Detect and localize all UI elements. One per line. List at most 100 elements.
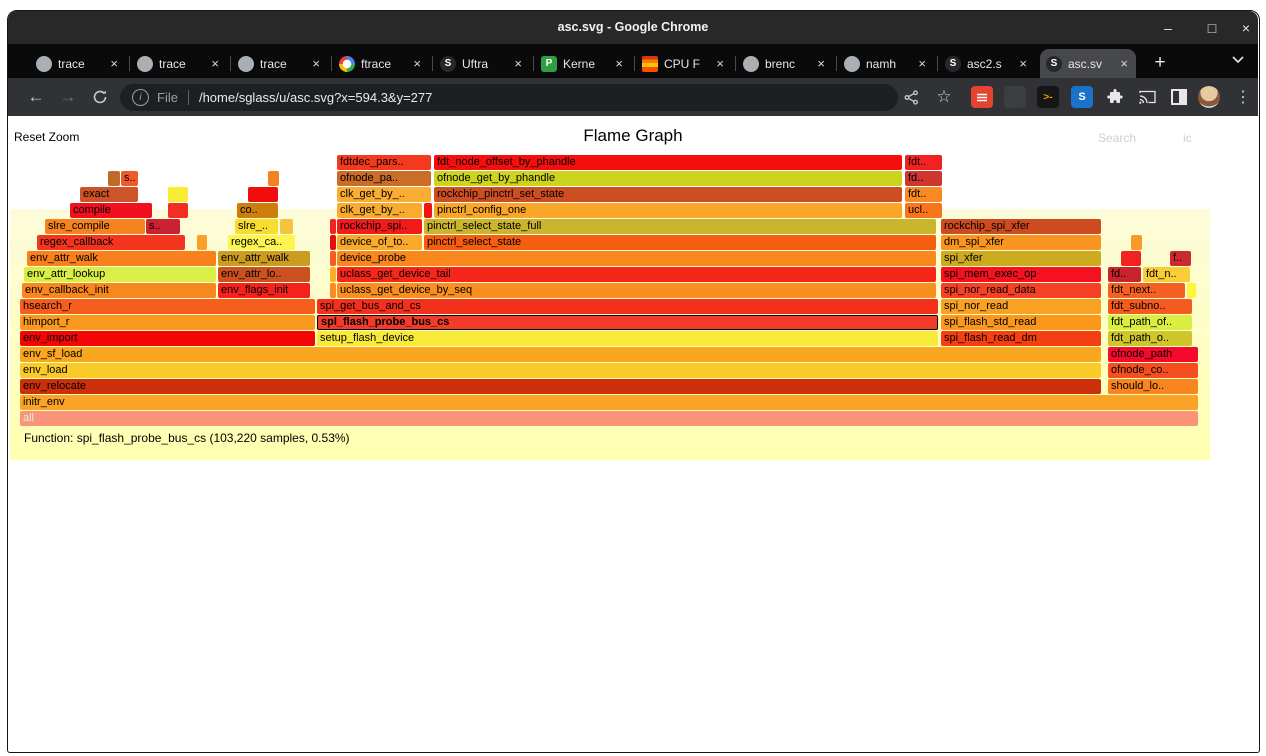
profile-avatar[interactable]: [1198, 86, 1220, 108]
search-button[interactable]: Search: [1098, 131, 1136, 145]
flame-block-fdt-path-o--[interactable]: fdt_path_o..: [1108, 331, 1192, 346]
tab-close-icon[interactable]: ×: [108, 56, 120, 71]
flame-block[interactable]: [1131, 235, 1142, 250]
flame-block-fdt-path-of--[interactable]: fdt_path_of..: [1108, 315, 1192, 330]
tab-close-icon[interactable]: ×: [310, 56, 322, 71]
bookmark-star-icon[interactable]: ☆: [933, 86, 955, 108]
tab-trace[interactable]: trace×: [131, 49, 227, 78]
flame-block-regex-callback[interactable]: regex_callback: [37, 235, 185, 250]
flame-block-ucl--[interactable]: ucl..: [905, 203, 942, 218]
flame-block[interactable]: [197, 235, 207, 250]
flame-block-himport-r[interactable]: himport_r: [20, 315, 315, 330]
flame-block[interactable]: [424, 203, 432, 218]
forward-icon[interactable]: →: [56, 85, 80, 109]
flame-block-fd--[interactable]: fd..: [1108, 267, 1141, 282]
tab-ftrace[interactable]: ftrace×: [333, 49, 429, 78]
flame-block-ofnode-path[interactable]: ofnode_path: [1108, 347, 1198, 362]
address-bar[interactable]: i File /home/sglass/u/asc.svg?x=594.3&y=…: [120, 84, 898, 111]
extension-terminal-icon[interactable]: >-: [1037, 86, 1059, 108]
flame-block-ofnode-pa--[interactable]: ofnode_pa..: [337, 171, 431, 186]
flame-block-clk-get-by---[interactable]: clk_get_by_..: [337, 187, 431, 202]
flame-block[interactable]: [248, 187, 278, 202]
flame-block-spi-xfer[interactable]: spi_xfer: [941, 251, 1101, 266]
tab-namh[interactable]: namh×: [838, 49, 934, 78]
tab-close-icon[interactable]: ×: [916, 56, 928, 71]
flame-block-exact[interactable]: exact: [80, 187, 138, 202]
flame-block-fdt-subno--[interactable]: fdt_subno..: [1108, 299, 1192, 314]
flame-block-env-attr-walk[interactable]: env_attr_walk: [218, 251, 310, 266]
tab-search-chevron-icon[interactable]: [1232, 56, 1244, 64]
ignore-case-button[interactable]: ic: [1183, 131, 1192, 145]
url-text[interactable]: /home/sglass/u/asc.svg?x=594.3&y=277: [199, 90, 432, 105]
tab-cpu-f[interactable]: CPU F×: [636, 49, 732, 78]
flame-block-regex-ca--[interactable]: regex_ca..: [228, 235, 295, 250]
flame-block-env-flags-init[interactable]: env_flags_init: [218, 283, 310, 298]
flame-block-fdt-node-offset-by-phandle[interactable]: fdt_node_offset_by_phandle: [434, 155, 902, 170]
close-button[interactable]: ×: [1233, 16, 1259, 40]
flame-block-s--[interactable]: s..: [146, 219, 180, 234]
reload-icon[interactable]: [88, 85, 112, 109]
tab-close-icon[interactable]: ×: [512, 56, 524, 71]
tab-close-icon[interactable]: ×: [613, 56, 625, 71]
flame-block[interactable]: [1121, 251, 1141, 266]
flame-block-env-attr-walk[interactable]: env_attr_walk: [27, 251, 216, 266]
tab-uftra[interactable]: SUftra×: [434, 49, 530, 78]
page-info-icon[interactable]: i: [132, 89, 149, 106]
flame-block-should-lo--[interactable]: should_lo..: [1108, 379, 1198, 394]
flame-block-env-relocate[interactable]: env_relocate: [20, 379, 1101, 394]
extensions-puzzle-icon[interactable]: [1104, 86, 1126, 108]
flame-block-fdt-next--[interactable]: fdt_next..: [1108, 283, 1185, 298]
flame-block[interactable]: [1187, 283, 1196, 298]
flame-block-spi-nor-read-data[interactable]: spi_nor_read_data: [941, 283, 1101, 298]
flame-block-spi-nor-read[interactable]: spi_nor_read: [941, 299, 1101, 314]
flame-block-device-probe[interactable]: device_probe: [337, 251, 936, 266]
tab-trace[interactable]: trace×: [232, 49, 328, 78]
flame-block-hsearch-r[interactable]: hsearch_r: [20, 299, 315, 314]
share-icon[interactable]: [900, 86, 922, 108]
cast-icon[interactable]: [1136, 86, 1158, 108]
flame-block[interactable]: [330, 267, 336, 282]
flame-block-env-attr-lookup[interactable]: env_attr_lookup: [24, 267, 216, 282]
flame-block-s--[interactable]: s..: [121, 171, 138, 186]
flame-block-co--[interactable]: co..: [237, 203, 278, 218]
back-icon[interactable]: ←: [24, 85, 48, 109]
flame-block-rockchip-spi--[interactable]: rockchip_spi..: [337, 219, 422, 234]
flame-block-uclass-get-device-by-seq[interactable]: uclass_get_device_by_seq: [337, 283, 936, 298]
tab-close-icon[interactable]: ×: [815, 56, 827, 71]
flame-block-pinctrl-select-state[interactable]: pinctrl_select_state: [424, 235, 936, 250]
new-tab-button[interactable]: +: [1148, 51, 1172, 75]
flame-block-ofnode-co--[interactable]: ofnode_co..: [1108, 363, 1198, 378]
flame-block[interactable]: [330, 283, 336, 298]
flame-block-rockchip-pinctrl-set-state[interactable]: rockchip_pinctrl_set_state: [434, 187, 902, 202]
tab-close-icon[interactable]: ×: [1017, 56, 1029, 71]
flame-block-pinctrl-config-one[interactable]: pinctrl_config_one: [434, 203, 902, 218]
tab-kerne[interactable]: PKerne×: [535, 49, 631, 78]
flame-block-fdt-n--[interactable]: fdt_n..: [1143, 267, 1190, 282]
tab-asc2-s[interactable]: Sasc2.s×: [939, 49, 1035, 78]
flame-block[interactable]: [268, 171, 279, 186]
tab-trace[interactable]: trace×: [30, 49, 126, 78]
tab-close-icon[interactable]: ×: [209, 56, 221, 71]
flame-block-ofnode-get-by-phandle[interactable]: ofnode_get_by_phandle: [434, 171, 902, 186]
extension-dark-icon[interactable]: [1004, 86, 1026, 108]
flame-block-slre-compile[interactable]: slre_compile: [45, 219, 145, 234]
flame-block-env-attr-lo--[interactable]: env_attr_lo..: [218, 267, 310, 282]
flame-block-spi-flash-std-read[interactable]: spi_flash_std_read: [941, 315, 1101, 330]
flame-block-device-of-to--[interactable]: device_of_to..: [337, 235, 422, 250]
flame-block-clk-get-by---[interactable]: clk_get_by_..: [337, 203, 422, 218]
flame-block-compile[interactable]: compile: [70, 203, 152, 218]
flame-block-f--[interactable]: f..: [1170, 251, 1191, 266]
flame-block-env-callback-init[interactable]: env_callback_init: [22, 283, 216, 298]
flame-block-spi-get-bus-and-cs[interactable]: spi_get_bus_and_cs: [317, 299, 938, 314]
reader-mode-icon[interactable]: [1168, 86, 1190, 108]
menu-kebab-icon[interactable]: ⋮: [1232, 86, 1254, 108]
flame-block-spi-flash-read-dm[interactable]: spi_flash_read_dm: [941, 331, 1101, 346]
flame-block-fdtdec-pars--[interactable]: fdtdec_pars..: [337, 155, 431, 170]
flame-block-spi-mem-exec-op[interactable]: spi_mem_exec_op: [941, 267, 1101, 282]
minimize-button[interactable]: –: [1155, 16, 1181, 40]
flame-block-rockchip-spi-xfer[interactable]: rockchip_spi_xfer: [941, 219, 1101, 234]
flame-block-all[interactable]: all: [20, 411, 1198, 426]
flame-block-env-import[interactable]: env_import: [20, 331, 315, 346]
flame-block-fd--[interactable]: fd..: [905, 171, 942, 186]
tab-asc-sv[interactable]: Sasc.sv×: [1040, 49, 1136, 78]
